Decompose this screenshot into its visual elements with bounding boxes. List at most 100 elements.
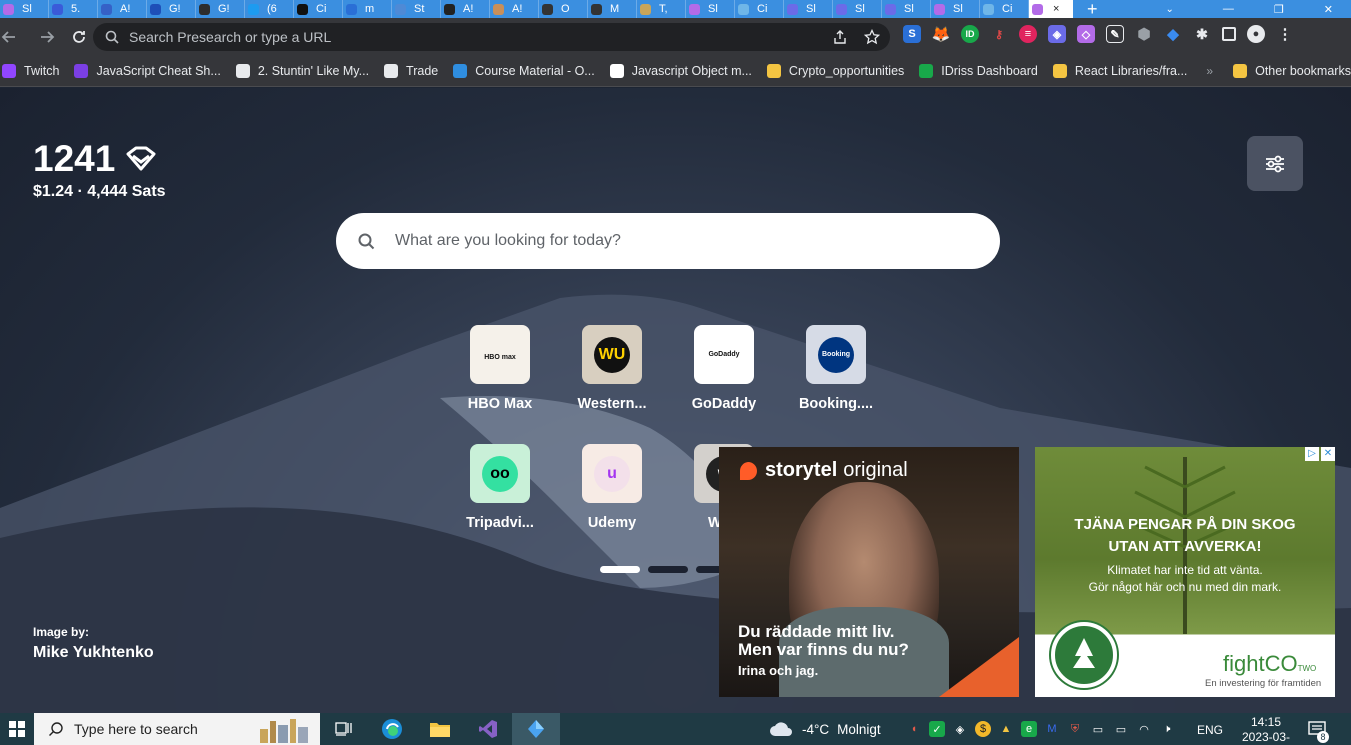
tray-display-icon[interactable]: ▭ bbox=[1090, 721, 1106, 737]
start-button[interactable] bbox=[0, 713, 34, 745]
tray-coin-icon[interactable]: $ bbox=[975, 721, 991, 737]
metamask-icon[interactable]: 🦊 bbox=[932, 25, 951, 43]
file-explorer-app[interactable] bbox=[416, 713, 464, 745]
extension-key-icon[interactable]: ⚷ bbox=[990, 25, 1008, 43]
address-bar[interactable]: Search Presearch or type a URL bbox=[93, 23, 890, 51]
weather-widget[interactable]: -4°C Molnigt bbox=[768, 713, 881, 745]
side-panel-icon[interactable] bbox=[1222, 27, 1236, 41]
bookmark-label: IDriss Dashboard bbox=[941, 64, 1038, 78]
bookmark-item[interactable]: IDriss Dashboard bbox=[919, 64, 1038, 78]
browser-app[interactable] bbox=[512, 713, 560, 745]
tab-search-icon[interactable]: ⌄ bbox=[1166, 4, 1174, 15]
browser-tab[interactable]: Sl bbox=[882, 0, 931, 18]
speed-dial-tile[interactable]: u Udemy bbox=[562, 444, 662, 531]
minimize-icon[interactable]: — bbox=[1223, 3, 1234, 16]
menu-dots-icon[interactable]: ⋮ bbox=[1276, 25, 1294, 43]
browser-tab[interactable]: O bbox=[539, 0, 588, 18]
browser-tab[interactable]: Sl bbox=[0, 0, 49, 18]
extension-hex-icon[interactable]: ⬢ bbox=[1135, 25, 1153, 43]
edge-app[interactable] bbox=[368, 713, 416, 745]
bookmark-item[interactable]: Javascript Object m... bbox=[609, 64, 752, 78]
browser-tab[interactable]: Ci bbox=[294, 0, 343, 18]
extension-diamond-icon[interactable]: ◆ bbox=[1164, 25, 1182, 43]
speed-dial-tile[interactable]: GoDaddy GoDaddy bbox=[674, 325, 774, 412]
speed-dial-tile[interactable]: oo Tripadvi... bbox=[450, 444, 550, 531]
browser-tab[interactable]: Ci bbox=[735, 0, 784, 18]
bookmark-item[interactable]: Twitch bbox=[2, 64, 59, 78]
browser-tab[interactable]: T, bbox=[637, 0, 686, 18]
browser-tab[interactable]: Sl bbox=[833, 0, 882, 18]
profile-avatar-icon[interactable]: ● bbox=[1247, 25, 1265, 43]
visual-studio-app[interactable] bbox=[464, 713, 512, 745]
ad-close-icon[interactable]: ✕ bbox=[1321, 447, 1335, 461]
adchoices-icon[interactable]: ▷ bbox=[1305, 447, 1319, 461]
browser-tab[interactable]: Sl bbox=[784, 0, 833, 18]
taskbar-search[interactable]: Type here to search bbox=[34, 713, 320, 745]
browser-tab[interactable]: (6 bbox=[245, 0, 294, 18]
task-view-button[interactable] bbox=[320, 713, 368, 745]
speed-dial-tile[interactable]: WU Western... bbox=[562, 325, 662, 412]
extension-edit-icon[interactable]: ✎ bbox=[1106, 25, 1124, 43]
tray-app-icon[interactable]: ◖ bbox=[906, 721, 922, 737]
wifi-icon[interactable]: ◠ bbox=[1136, 721, 1152, 737]
pager-dot[interactable] bbox=[648, 566, 688, 573]
settings-button[interactable] bbox=[1247, 136, 1303, 191]
share-icon[interactable] bbox=[832, 29, 848, 45]
new-tab-button[interactable]: + bbox=[1087, 0, 1098, 18]
tray-green-icon[interactable]: ✓ bbox=[929, 721, 945, 737]
forward-button[interactable] bbox=[32, 22, 62, 52]
volume-muted-icon[interactable]: 🕨 bbox=[1159, 721, 1175, 737]
extension-id-icon[interactable]: ID bbox=[961, 25, 979, 43]
bookmark-item[interactable]: JavaScript Cheat Sh... bbox=[74, 64, 221, 78]
browser-tab[interactable]: m bbox=[343, 0, 392, 18]
browser-tab[interactable]: M bbox=[588, 0, 637, 18]
browser-tab[interactable]: G! bbox=[196, 0, 245, 18]
browser-tab-active[interactable]: × bbox=[1029, 0, 1073, 18]
browser-tab[interactable]: A! bbox=[441, 0, 490, 18]
search-input[interactable]: What are you looking for today? bbox=[336, 213, 1000, 269]
extension-s-icon[interactable]: S bbox=[903, 25, 921, 43]
tray-meta-icon[interactable]: M bbox=[1044, 721, 1060, 737]
speed-dial-tile[interactable]: Booking Booking.... bbox=[786, 325, 886, 412]
other-bookmarks-folder[interactable]: Other bookmarks bbox=[1233, 64, 1351, 78]
browser-tab[interactable]: Sl bbox=[931, 0, 980, 18]
dropbox-icon[interactable]: ◈ bbox=[952, 721, 968, 737]
bookmark-item[interactable]: React Libraries/fra... bbox=[1052, 64, 1187, 78]
input-language[interactable]: ENG bbox=[1197, 723, 1223, 737]
browser-tab[interactable]: A! bbox=[98, 0, 147, 18]
browser-tab[interactable]: A! bbox=[490, 0, 539, 18]
tab-close-icon[interactable]: × bbox=[1053, 3, 1072, 15]
puzzle-icon[interactable]: ✱ bbox=[1193, 25, 1211, 43]
maximize-icon[interactable]: ❐ bbox=[1274, 3, 1284, 16]
battery-icon[interactable]: ▭ bbox=[1113, 721, 1129, 737]
adchoices-controls[interactable]: ▷ ✕ bbox=[1305, 447, 1335, 461]
back-button[interactable] bbox=[0, 22, 24, 52]
tray-warning-icon[interactable]: ▲ bbox=[998, 721, 1014, 737]
fightco2-ad[interactable]: ▷ ✕ TJÄNA PENGAR PÅ DIN SKOG UTAN ATT AV… bbox=[1035, 447, 1335, 697]
pager-dot[interactable] bbox=[600, 566, 640, 573]
browser-tab[interactable]: 5. bbox=[49, 0, 98, 18]
bookmark-item[interactable]: Crypto_opportunities bbox=[766, 64, 904, 78]
speed-dial-tile[interactable]: HBO max HBO Max bbox=[450, 325, 550, 412]
bookmark-item[interactable]: Trade bbox=[384, 64, 438, 78]
browser-tab[interactable]: Sl bbox=[686, 0, 735, 18]
fightco2-logo-text: fightCO bbox=[1223, 651, 1298, 676]
presearch-extension-icon[interactable]: ◇ bbox=[1077, 25, 1095, 43]
tray-security-icon[interactable]: ⛨ bbox=[1067, 721, 1083, 737]
notification-center-button[interactable]: 8 bbox=[1308, 721, 1330, 744]
bookmarks-overflow-button[interactable]: » bbox=[1206, 64, 1213, 78]
bookmark-star-icon[interactable] bbox=[864, 29, 880, 45]
extension-badge-icon[interactable]: ◈ bbox=[1048, 25, 1066, 43]
reload-button[interactable] bbox=[64, 22, 94, 52]
browser-tab[interactable]: G! bbox=[147, 0, 196, 18]
system-clock[interactable]: 14:15 2023-03-27 bbox=[1236, 715, 1296, 745]
browser-tab[interactable]: St bbox=[392, 0, 441, 18]
storytel-ad[interactable]: storytel original Du räddade mitt liv. M… bbox=[719, 447, 1019, 697]
bookmark-item[interactable]: 2. Stuntin' Like My... bbox=[235, 64, 369, 78]
close-window-icon[interactable]: ✕ bbox=[1324, 3, 1333, 16]
image-credit-name[interactable]: Mike Yukhtenko bbox=[33, 644, 154, 662]
bookmark-item[interactable]: Course Material - O... bbox=[453, 64, 595, 78]
extension-circle-icon[interactable]: ≡ bbox=[1019, 25, 1037, 43]
browser-tab[interactable]: Ci bbox=[980, 0, 1029, 18]
tray-evernote-icon[interactable]: e bbox=[1021, 721, 1037, 737]
